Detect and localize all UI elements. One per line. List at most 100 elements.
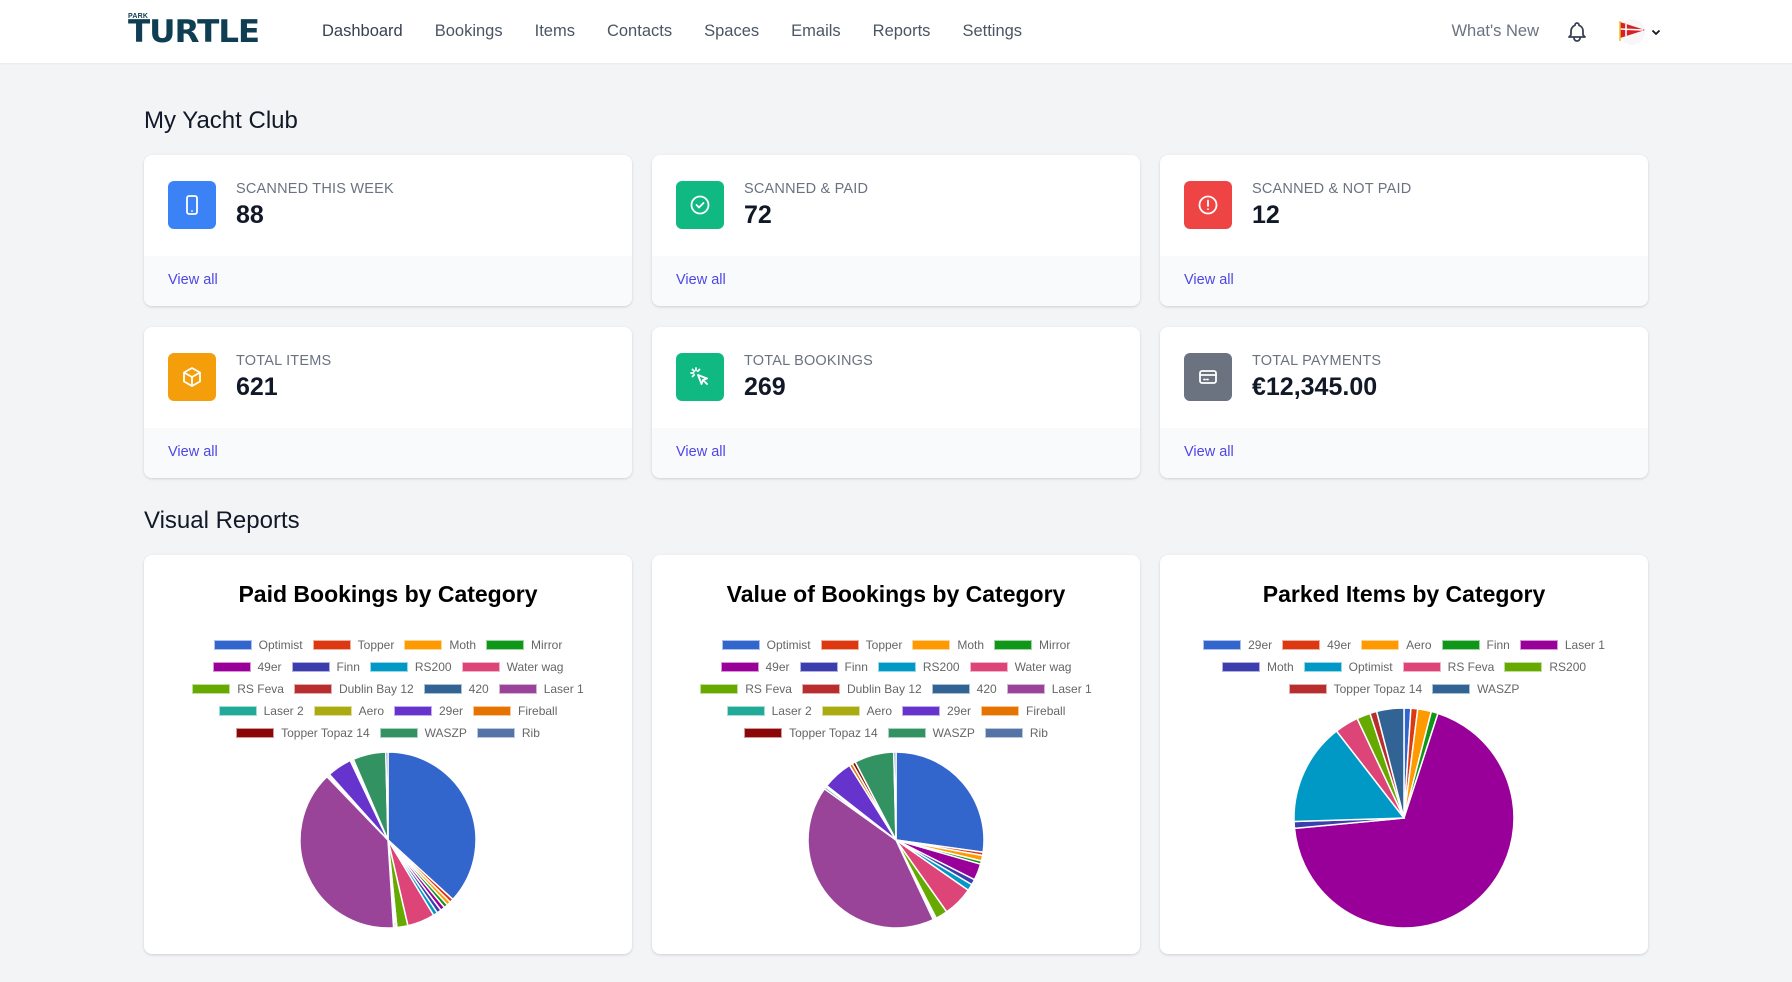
- legend-item-420[interactable]: 420: [423, 682, 489, 696]
- nav-settings[interactable]: Settings: [962, 22, 1022, 41]
- legend-item-49er[interactable]: 49er: [212, 660, 282, 674]
- view-all-link[interactable]: View all: [676, 272, 726, 288]
- pie-slice-optimist[interactable]: [895, 751, 985, 854]
- legend-swatch: [931, 683, 970, 694]
- nav-spaces[interactable]: Spaces: [704, 22, 759, 41]
- legend-item-moth[interactable]: Moth: [404, 638, 476, 652]
- legend-row: 49er Finn RS200 Water wag: [662, 657, 1130, 676]
- nav-reports[interactable]: Reports: [873, 22, 931, 41]
- nav-bookings[interactable]: Bookings: [435, 22, 503, 41]
- nav-emails[interactable]: Emails: [791, 22, 841, 41]
- legend-label: Moth: [1266, 659, 1294, 674]
- nav-items[interactable]: Items: [535, 22, 575, 41]
- nav-contacts[interactable]: Contacts: [607, 22, 672, 41]
- legend-item-moth[interactable]: Moth: [912, 638, 984, 652]
- legend-label: Mirror: [1039, 637, 1071, 652]
- legend-label: Dublin Bay 12: [846, 681, 922, 696]
- legend-swatch: [476, 727, 515, 738]
- stat-label: Total Bookings: [744, 353, 874, 369]
- legend-item-rib[interactable]: Rib: [476, 726, 540, 740]
- view-all-link[interactable]: View all: [1184, 272, 1234, 288]
- legend-item-fireball[interactable]: Fireball: [981, 704, 1065, 718]
- account-menu[interactable]: [1617, 18, 1662, 45]
- legend-item-mirror[interactable]: Mirror: [486, 638, 562, 652]
- legend-item-dublin-bay-12[interactable]: Dublin Bay 12: [801, 681, 922, 696]
- view-all-link[interactable]: View all: [1184, 444, 1234, 460]
- check-circle-icon: [690, 195, 710, 215]
- legend-item-rib[interactable]: Rib: [984, 726, 1048, 740]
- legend-item-rs200[interactable]: RS200: [877, 660, 960, 674]
- legend-item-laser-2[interactable]: Laser 2: [218, 704, 304, 718]
- legend-item-aero[interactable]: Aero: [1361, 638, 1432, 652]
- legend-item-420[interactable]: 420: [931, 682, 997, 696]
- legend-item-laser-1[interactable]: Laser 1: [498, 682, 584, 696]
- legend-label: Water wag: [1014, 659, 1072, 674]
- stat-label: Total Payments: [1252, 353, 1382, 369]
- legend-swatch: [312, 639, 351, 650]
- legend-item-finn[interactable]: Finn: [799, 660, 868, 674]
- legend-item-rs-feva[interactable]: RS Feva: [700, 682, 792, 696]
- legend-item-rs-feva[interactable]: RS Feva: [1402, 659, 1495, 674]
- legend-item-fireball[interactable]: Fireball: [473, 704, 557, 718]
- legend-item-waszp[interactable]: WASZP: [887, 726, 975, 740]
- legend-item-aero[interactable]: Aero: [313, 704, 384, 718]
- legend-item-aero[interactable]: Aero: [821, 704, 892, 718]
- legend-item-topper-topaz-14[interactable]: Topper Topaz 14: [744, 726, 878, 740]
- legend-item-dublin-bay-12[interactable]: Dublin Bay 12: [293, 681, 414, 696]
- legend-item-topper[interactable]: Topper: [312, 638, 394, 652]
- legend-label: RS200: [1549, 659, 1587, 674]
- legend-item-water-wag[interactable]: Water wag: [969, 659, 1072, 674]
- legend-item-finn[interactable]: Finn: [291, 660, 360, 674]
- chart-legend: 29er 49er Aero Finn Laser 1 Moth Optimist RS Fe…: [1170, 635, 1638, 698]
- legend-row: Topper Topaz 14 WASZP: [1170, 679, 1638, 698]
- legend-item-waszp[interactable]: WASZP: [379, 726, 467, 740]
- legend-item-waszp[interactable]: WASZP: [1432, 682, 1519, 696]
- legend-label: RS Feva: [1447, 659, 1495, 674]
- bell-icon[interactable]: [1565, 20, 1589, 44]
- legend-swatch: [877, 661, 916, 672]
- legend-label: Topper: [865, 637, 903, 652]
- legend-label: Dublin Bay 12: [338, 681, 414, 696]
- legend-swatch: [700, 683, 739, 694]
- legend-row: Optimist Topper Moth Mirror: [154, 635, 622, 654]
- stat-card-scanned-paid: Scanned & Paid 72 View all: [652, 155, 1140, 306]
- view-all-link[interactable]: View all: [676, 444, 726, 460]
- whats-new-link[interactable]: What's New: [1451, 22, 1539, 41]
- legend-item-49er[interactable]: 49er: [1282, 638, 1351, 652]
- legend-item-laser-1[interactable]: Laser 1: [1519, 638, 1605, 652]
- legend-item-29er[interactable]: 29er: [394, 704, 463, 718]
- legend-item-optimist[interactable]: Optimist: [1303, 660, 1393, 674]
- legend-label: 29er: [1248, 637, 1273, 652]
- view-all-link[interactable]: View all: [168, 272, 218, 288]
- legend-item-optimist[interactable]: Optimist: [721, 638, 811, 652]
- legend-item-laser-2[interactable]: Laser 2: [726, 703, 812, 718]
- legend-label: Laser 2: [771, 703, 812, 718]
- legend-item-29er[interactable]: 29er: [902, 704, 971, 718]
- legend-item-rs-feva[interactable]: RS Feva: [192, 682, 284, 696]
- legend-swatch: [1519, 639, 1558, 650]
- legend-item-topper-topaz-14[interactable]: Topper Topaz 14: [236, 726, 370, 740]
- legend-item-49er[interactable]: 49er: [720, 660, 790, 674]
- legend-item-laser-1[interactable]: Laser 1: [1006, 682, 1092, 696]
- legend-item-water-wag[interactable]: Water wag: [461, 660, 563, 674]
- legend-item-topper-topaz-14[interactable]: Topper Topaz 14: [1288, 682, 1422, 696]
- legend-label: Fireball: [1026, 703, 1066, 718]
- legend-item-optimist[interactable]: Optimist: [213, 638, 303, 652]
- legend-label: 29er: [439, 703, 464, 718]
- legend-label: Finn: [1486, 637, 1510, 652]
- stat-value: 88: [236, 201, 264, 229]
- stat-card-total-bookings: Total Bookings 269 View all: [652, 327, 1140, 478]
- legend-item-topper[interactable]: Topper: [820, 637, 903, 652]
- legend-swatch: [404, 639, 443, 650]
- legend-item-29er[interactable]: 29er: [1203, 638, 1272, 652]
- legend-item-rs200[interactable]: RS200: [1504, 660, 1586, 674]
- nav-dashboard[interactable]: Dashboard: [322, 22, 403, 41]
- legend-swatch: [1361, 639, 1400, 650]
- legend-item-rs200[interactable]: RS200: [369, 660, 452, 674]
- view-all-link[interactable]: View all: [168, 444, 218, 460]
- chart-legend: Optimist Topper Moth Mirror 49er Finn RS200 Wat…: [154, 635, 622, 742]
- legend-item-finn[interactable]: Finn: [1441, 637, 1510, 652]
- legend-item-mirror[interactable]: Mirror: [994, 638, 1070, 652]
- park-turtle-logo[interactable]: PARK TURTLE: [128, 10, 260, 52]
- legend-item-moth[interactable]: Moth: [1221, 659, 1294, 674]
